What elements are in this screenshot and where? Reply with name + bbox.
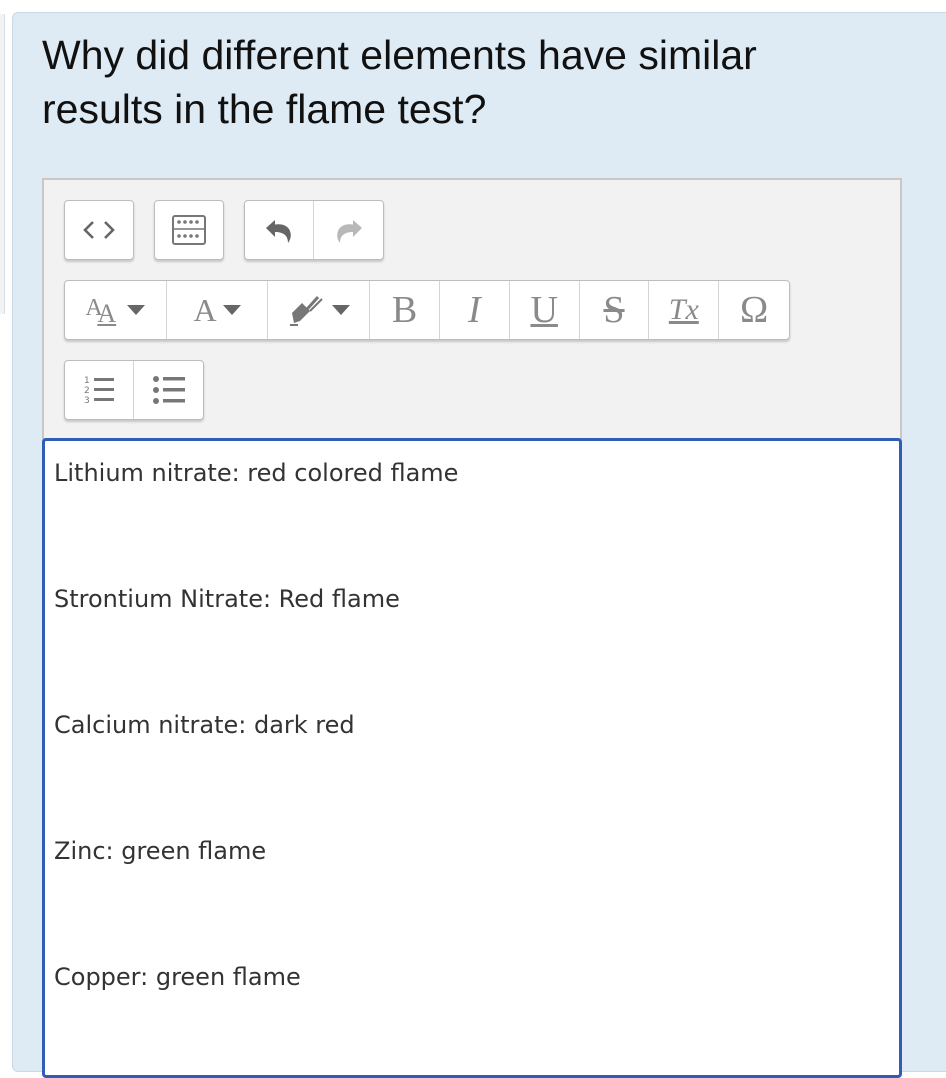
highlight-dropdown[interactable] [268, 281, 371, 339]
answer-line: Copper: green flame [54, 963, 301, 991]
numbered-list-button[interactable]: 1 2 3 [65, 361, 134, 419]
left-edge-strip [0, 14, 5, 314]
font-color-dropdown[interactable]: A [167, 281, 269, 339]
answer-line: Strontium Nitrate: Red flame [54, 585, 400, 613]
svg-text:1: 1 [84, 376, 90, 386]
underline-button[interactable]: U [510, 281, 580, 339]
svg-text:3: 3 [84, 396, 90, 406]
font-size-dropdown[interactable]: A A [65, 281, 167, 339]
undo-button[interactable] [245, 201, 314, 259]
svg-text:2: 2 [84, 386, 90, 396]
format-group: A A A B I U S Tx Ω [64, 280, 790, 340]
strikethrough-icon: S [603, 289, 625, 331]
code-view-icon [83, 221, 115, 239]
undo-icon [266, 220, 291, 243]
bold-button[interactable]: B [370, 281, 440, 339]
question-text: Why did different elements have similar … [42, 32, 757, 132]
answer-line: Zinc: green flame [54, 837, 267, 865]
bulleted-list-button[interactable] [134, 361, 203, 419]
keyboard-icon [172, 215, 206, 245]
italic-button[interactable]: I [440, 281, 510, 339]
rich-text-editor: A A A B I U S Tx Ω 1 2 3 Lithium nitrate… [42, 178, 902, 1078]
chevron-down-icon [127, 305, 146, 315]
bold-icon: B [391, 289, 418, 331]
bulleted-list-icon [152, 376, 185, 404]
redo-button[interactable] [314, 201, 383, 259]
redo-icon [336, 220, 362, 243]
clear-format-icon: Tx [668, 293, 699, 326]
keyboard-group [154, 200, 224, 260]
font-size-icon: A A [85, 295, 117, 328]
omega-icon: Ω [740, 289, 769, 331]
font-color-icon: A [193, 291, 217, 328]
chevron-down-icon [331, 305, 350, 315]
list-group: 1 2 3 [64, 360, 204, 420]
chevron-down-icon [222, 305, 241, 315]
answer-line: Lithium nitrate: red colored flame [54, 459, 459, 487]
special-character-button[interactable]: Ω [719, 281, 789, 339]
source-group [64, 200, 134, 260]
editor-toolbar: A A A B I U S Tx Ω 1 2 3 [42, 178, 902, 440]
history-group [244, 200, 384, 260]
answer-text-area[interactable]: Lithium nitrate: red colored flame Stron… [42, 438, 902, 1078]
keyboard-button[interactable] [155, 201, 223, 259]
source-view-button[interactable] [65, 201, 133, 259]
strikethrough-button[interactable]: S [580, 281, 650, 339]
italic-icon: I [468, 289, 481, 331]
underline-icon: U [530, 289, 558, 331]
clear-format-button[interactable]: Tx [649, 281, 720, 339]
answer-line: Calcium nitrate: dark red [54, 711, 355, 739]
numbered-list-icon: 1 2 3 [84, 376, 114, 406]
highlight-icon [289, 295, 323, 326]
